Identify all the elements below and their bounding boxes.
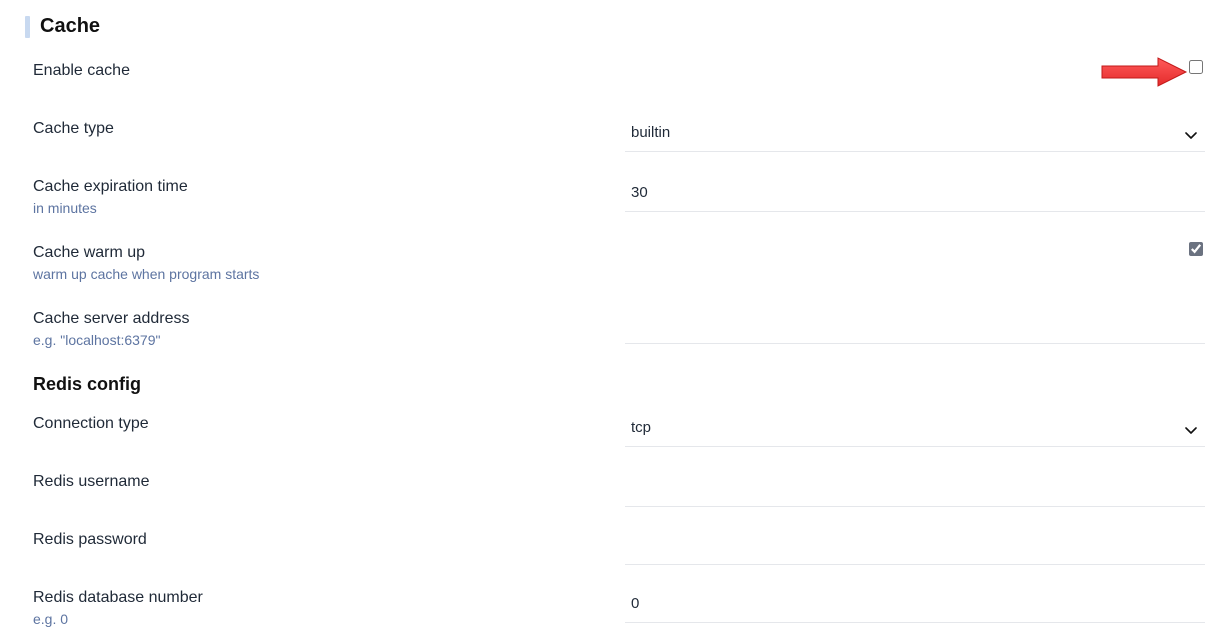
cache-expiration-label: Cache expiration time [33, 178, 188, 196]
redis-section-title: Redis config [33, 374, 1230, 395]
redis-db-row: Redis database number e.g. 0 [0, 587, 1230, 635]
redis-username-label: Redis username [33, 473, 150, 491]
redis-username-input[interactable] [625, 471, 1205, 507]
cache-address-label: Cache server address [33, 310, 190, 328]
cache-section-header: Cache [25, 15, 1230, 38]
cache-type-select[interactable]: builtin [625, 118, 1205, 152]
cache-type-row: Cache type builtin [0, 118, 1230, 158]
enable-cache-row: Enable cache [0, 60, 1230, 100]
cache-type-label: Cache type [33, 120, 114, 138]
enable-cache-label: Enable cache [33, 62, 130, 80]
cache-address-input[interactable] [625, 308, 1205, 344]
redis-password-input[interactable] [625, 529, 1205, 565]
cache-address-row: Cache server address e.g. "localhost:637… [0, 308, 1230, 356]
cache-expiration-row: Cache expiration time in minutes [0, 176, 1230, 224]
redis-db-hint: e.g. 0 [33, 611, 203, 627]
enable-cache-checkbox[interactable] [1189, 60, 1203, 74]
connection-type-label: Connection type [33, 415, 149, 433]
connection-type-row: Connection type tcp [0, 413, 1230, 453]
redis-password-row: Redis password [0, 529, 1230, 569]
section-accent-bar [25, 16, 30, 38]
cache-address-hint: e.g. "localhost:6379" [33, 332, 190, 348]
cache-expiration-hint: in minutes [33, 200, 188, 216]
cache-warmup-hint: warm up cache when program starts [33, 266, 259, 282]
cache-warmup-label: Cache warm up [33, 244, 259, 262]
cache-section-title: Cache [40, 15, 100, 38]
cache-warmup-checkbox[interactable] [1189, 242, 1203, 256]
cache-warmup-row: Cache warm up warm up cache when program… [0, 242, 1230, 290]
connection-type-select[interactable]: tcp [625, 413, 1205, 447]
redis-db-label: Redis database number [33, 589, 203, 607]
cache-expiration-input[interactable] [625, 176, 1205, 212]
redis-username-row: Redis username [0, 471, 1230, 511]
redis-password-label: Redis password [33, 531, 147, 549]
